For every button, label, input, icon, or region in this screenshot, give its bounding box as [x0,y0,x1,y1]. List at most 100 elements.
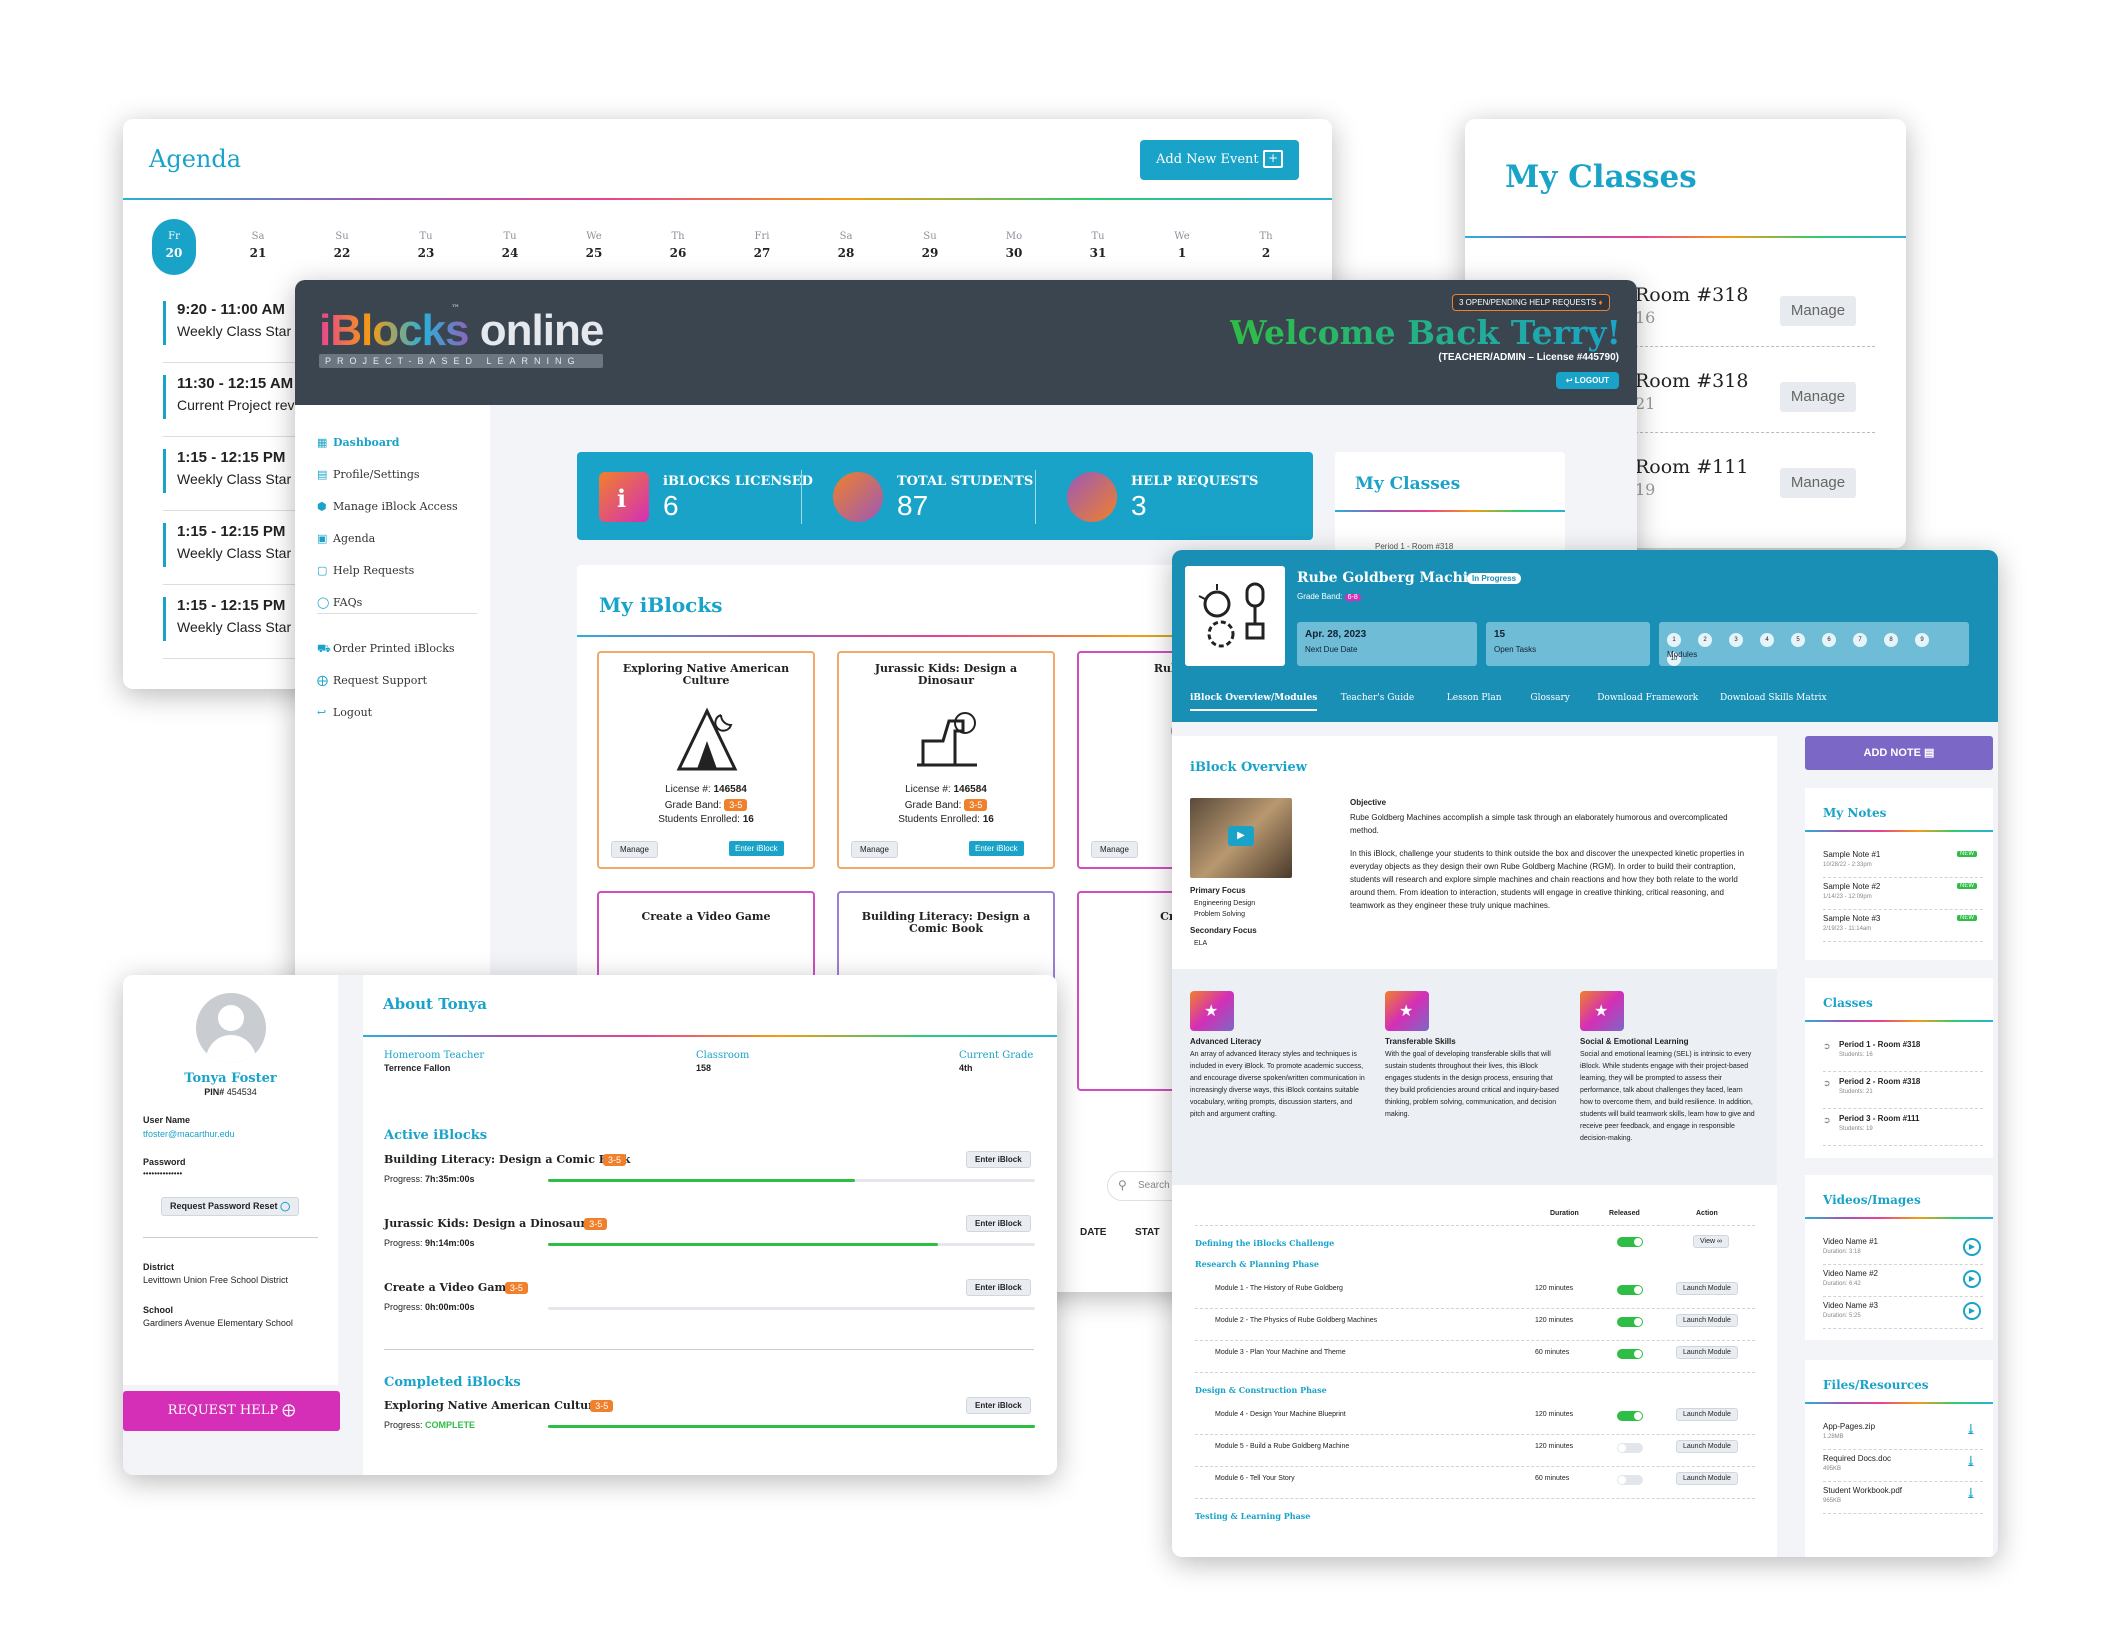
module-dot[interactable]: 6 [1822,633,1836,647]
module-dot[interactable]: 4 [1760,633,1774,647]
nav-item-request-support[interactable]: ⨁ Request Support [317,669,487,689]
manage-iblock-button[interactable]: Manage [851,841,898,858]
logout-button[interactable]: ↩ LOGOUT [1555,372,1619,389]
manage-class-button[interactable]: Manage [1780,382,1856,412]
agenda-day[interactable]: Sa 28 [824,219,868,275]
nav-item-profile-settings[interactable]: ▤ Profile/Settings [317,463,487,483]
agenda-day[interactable]: Tu 23 [404,219,448,275]
file-item[interactable]: Required Docs.doc 495KB ⤓ [1823,1452,1983,1482]
module-duration: 120 minutes [1535,1317,1574,1324]
agenda-day[interactable]: Th 26 [656,219,700,275]
file-item[interactable]: Student Workbook.pdf 965KB ⤓ [1823,1484,1983,1514]
iblock-card[interactable]: Exploring Native American Culture License… [597,651,815,869]
module-dot[interactable]: 2 [1698,633,1712,647]
agenda-day[interactable]: Su 22 [320,219,364,275]
nav-item-help-requests[interactable]: ▢ Help Requests [317,559,487,579]
nav-item-order-printed-iblocks[interactable]: ⛟ Order Printed iBlocks [317,637,487,657]
enter-iblock-button[interactable]: Enter iBlock [966,1215,1031,1232]
teepee-icon [669,701,745,777]
request-help-button[interactable]: REQUEST HELP ⨁ [123,1391,340,1431]
agenda-day[interactable]: We 25 [572,219,616,275]
launch-module-button[interactable]: Launch Module [1676,1440,1738,1453]
launch-module-button[interactable]: Launch Module [1676,1472,1738,1485]
module-dot[interactable]: 5 [1791,633,1805,647]
download-icon[interactable]: ⤓ [1965,1422,1977,1438]
note-item[interactable]: Sample Note #2 1/14/23 - 12:09pm NEW [1823,880,1983,910]
phase-title[interactable]: Design & Construction Phase [1195,1385,1327,1395]
video-item[interactable]: Video Name #1 Duration: 3:18 ▶ [1823,1235,1983,1265]
detail-tab[interactable]: iBlock Overview/Modules [1190,693,1318,711]
file-item[interactable]: App-Pages.zip 1.28MB ⤓ [1823,1420,1983,1450]
agenda-day[interactable]: We 1 [1160,219,1204,275]
launch-module-button[interactable]: Launch Module [1676,1346,1738,1359]
agenda-day-selected[interactable]: Fr 20 [152,219,196,275]
agenda-day[interactable]: Sa 21 [236,219,280,275]
manage-iblock-button[interactable]: Manage [1091,841,1138,858]
overview-video-thumbnail[interactable]: ▶ [1190,798,1292,878]
class-item[interactable]: ➲ Period 3 - Room #111 Students: 19 [1823,1112,1983,1146]
module-dot[interactable]: 3 [1729,633,1743,647]
nav-item-agenda[interactable]: ▣ Agenda [317,527,487,547]
detail-tab[interactable]: Lesson Plan [1447,693,1502,709]
note-item[interactable]: Sample Note #1 10/28/22 - 2:33pm NEW [1823,848,1983,878]
nav-item-faqs[interactable]: ◯ FAQs [317,591,487,611]
download-icon[interactable]: ⤓ [1965,1486,1977,1502]
released-toggle[interactable] [1617,1443,1643,1453]
detail-tab[interactable]: Download Framework [1597,693,1698,709]
iblock-card[interactable]: Jurassic Kids: Design a Dinosaur License … [837,651,1055,869]
class-item[interactable]: ➲ Period 2 - Room #318 Students: 21 [1823,1075,1983,1109]
challenge-toggle[interactable] [1617,1237,1643,1247]
enter-iblock-button[interactable]: Enter iBlock [966,1279,1031,1296]
agenda-day[interactable]: Su 29 [908,219,952,275]
agenda-day[interactable]: Mo 30 [992,219,1036,275]
help-requests-pill[interactable]: 3 OPEN/PENDING HELP REQUESTS ♦ [1452,294,1610,311]
released-toggle[interactable] [1617,1317,1643,1327]
module-dot[interactable]: 9 [1915,633,1929,647]
module-dot[interactable]: 7 [1853,633,1867,647]
download-icon[interactable]: ⤓ [1965,1454,1977,1470]
module-dot[interactable]: 8 [1884,633,1898,647]
add-note-button[interactable]: ADD NOTE ▤ [1805,736,1993,770]
nav-item-logout[interactable]: ↩ Logout [317,701,487,721]
video-item[interactable]: Video Name #3 Duration: 5:25 ▶ [1823,1299,1983,1329]
nav-item-manage-iblock-access[interactable]: ⬢ Manage iBlock Access [317,495,487,515]
play-circle-icon[interactable]: ▶ [1963,1238,1981,1256]
released-toggle[interactable] [1617,1411,1643,1421]
manage-class-button[interactable]: Manage [1780,468,1856,498]
challenge-label[interactable]: Defining the iBlocks Challenge [1195,1238,1334,1248]
nav-item-dashboard[interactable]: ▦ Dashboard [317,431,487,451]
manage-class-button[interactable]: Manage [1780,296,1856,326]
add-event-button[interactable]: Add New Event + [1140,140,1299,180]
manage-iblock-button[interactable]: Manage [611,841,658,858]
reset-password-button[interactable]: Request Password Reset ◯ [161,1197,300,1216]
username-value[interactable]: tfoster@macarthur.edu [143,1129,235,1139]
detail-tab[interactable]: Download Skills Matrix [1720,693,1827,709]
note-item[interactable]: Sample Note #3 2/19/23 - 11:14am NEW [1823,912,1983,942]
agenda-day[interactable]: Tu 24 [488,219,532,275]
video-item[interactable]: Video Name #2 Duration: 6:42 ▶ [1823,1267,1983,1297]
agenda-day[interactable]: Th 2 [1244,219,1288,275]
launch-module-button[interactable]: Launch Module [1676,1314,1738,1327]
phase-title[interactable]: Testing & Learning Phase [1195,1511,1310,1521]
released-toggle[interactable] [1617,1285,1643,1295]
play-circle-icon[interactable]: ▶ [1963,1302,1981,1320]
released-toggle[interactable] [1617,1475,1643,1485]
agenda-day[interactable]: Fri 27 [740,219,784,275]
detail-tab[interactable]: Teacher's Guide [1341,693,1414,709]
phase-title[interactable]: Research & Planning Phase [1195,1259,1319,1269]
enter-iblock-button[interactable]: Enter iBlock [729,841,784,856]
play-circle-icon[interactable]: ▶ [1963,1270,1981,1288]
enter-iblock-button[interactable]: Enter iBlock [966,1151,1031,1168]
module-dot[interactable]: 1 [1667,633,1681,647]
released-toggle[interactable] [1617,1349,1643,1359]
class-item[interactable]: ➲ Period 1 - Room #318 Students: 16 [1823,1038,1983,1072]
view-button[interactable]: View ∞ [1693,1235,1729,1248]
iblock-progress-row: Create a Video Game 3-5 Enter iBlock Progre… [363,1279,1057,1341]
detail-tab[interactable]: Glossary [1530,693,1569,709]
enter-iblock-button[interactable]: Enter iBlock [969,841,1024,856]
launch-module-button[interactable]: Launch Module [1676,1282,1738,1295]
play-icon[interactable]: ▶ [1228,826,1254,846]
agenda-day[interactable]: Tu 31 [1076,219,1120,275]
enter-iblock-button[interactable]: Enter iBlock [966,1397,1031,1414]
launch-module-button[interactable]: Launch Module [1676,1408,1738,1421]
